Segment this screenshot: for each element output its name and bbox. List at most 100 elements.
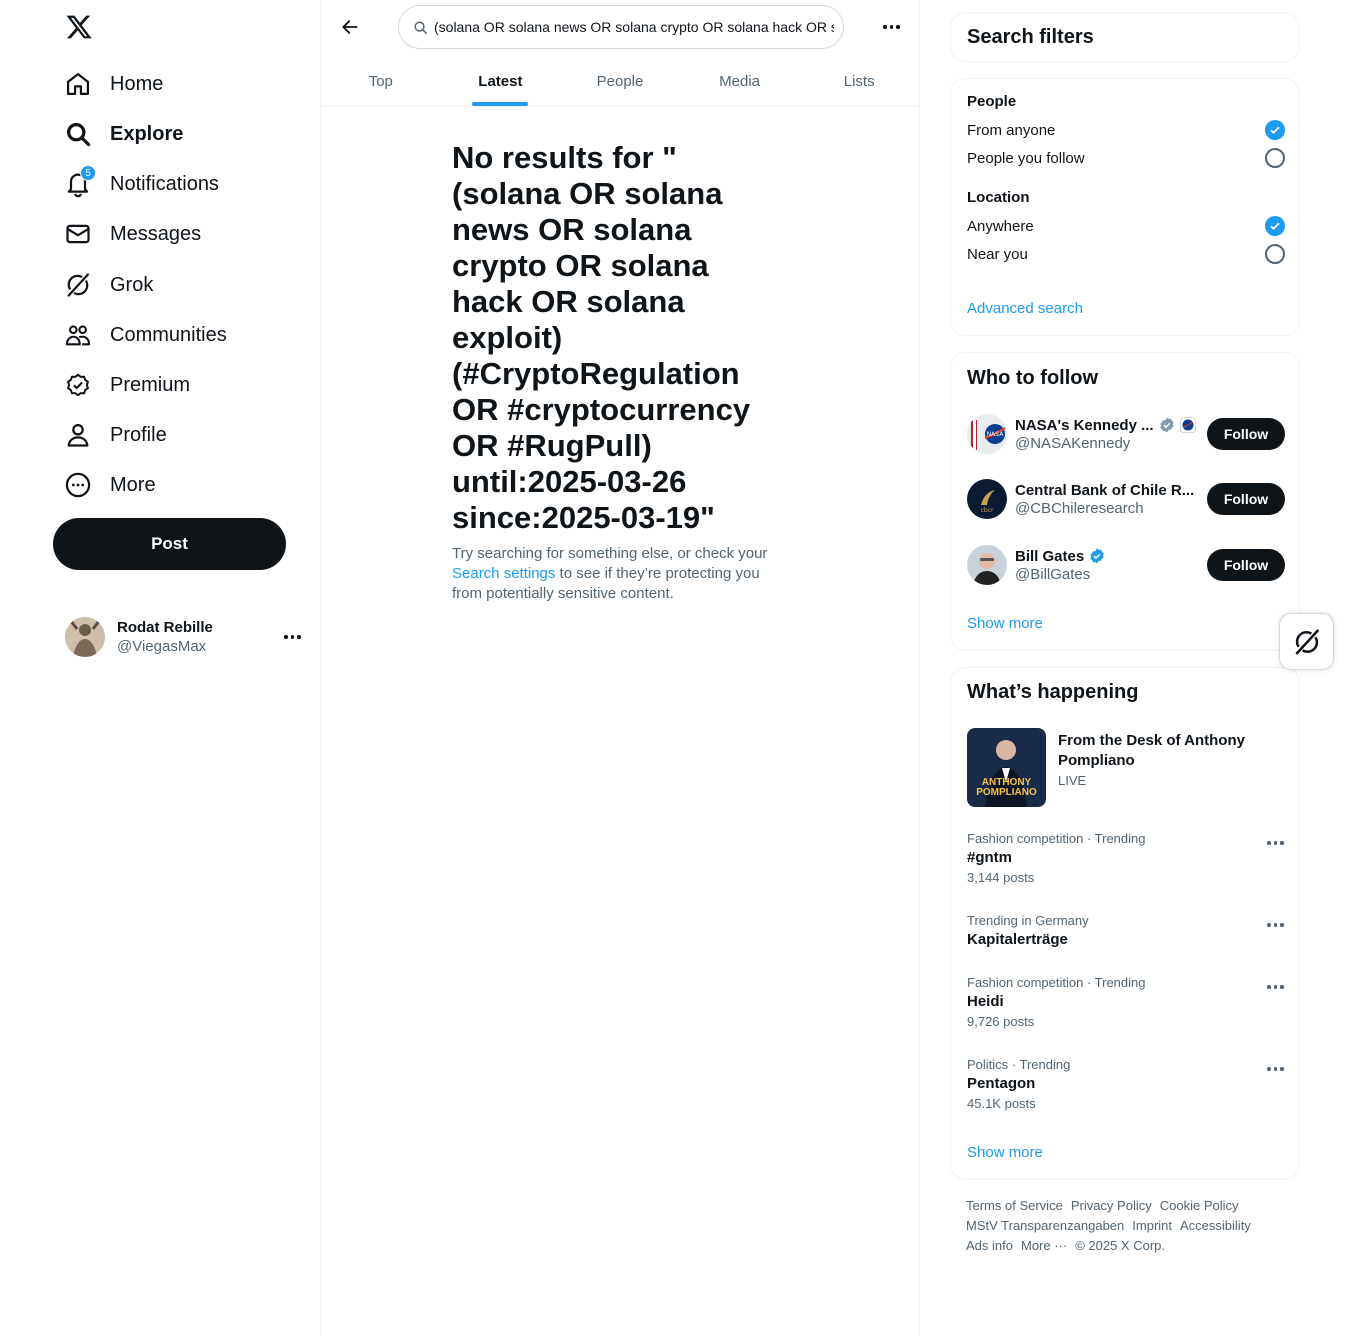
nav-premium[interactable]: Premium [62,363,190,407]
trend-title: Heidi [967,993,1004,1010]
svg-text:cbcr: cbcr [981,507,994,514]
trend-item[interactable]: Trending in Germany Kapitalerträge [967,913,1285,948]
footer-more-link[interactable]: More ··· [1021,1238,1067,1253]
nav-messages[interactable]: Messages [62,212,201,256]
trend-count: 45.1K posts [967,1096,1036,1111]
radio-checked-icon[interactable] [1265,120,1285,140]
grok-icon [1292,627,1322,657]
search-settings-link[interactable]: Search settings [452,565,555,582]
follow-suggestion[interactable]: cbcr Central Bank of Chile R... @CBChile… [967,478,1285,520]
footer-link[interactable]: Ads info [966,1238,1013,1253]
event-thumbnail: ANTHONY POMPLIANO [967,728,1046,807]
communities-icon [62,319,94,351]
avatar: NASA [967,414,1007,454]
home-icon [62,68,94,100]
back-arrow-icon[interactable] [333,10,367,44]
filter-anywhere[interactable]: Anywhere [967,214,1285,238]
search-filters-title: Search filters [967,26,1094,48]
person-icon [62,419,94,451]
premium-icon [62,369,94,401]
trend-item[interactable]: Politics · Trending Pentagon 45.1K posts [967,1057,1285,1111]
who-to-follow-show-more[interactable]: Show more [967,615,1043,632]
trend-count: 3,144 posts [967,870,1035,885]
nav-profile-label: Profile [110,423,167,446]
grok-float-button[interactable] [1279,613,1334,670]
nav-notifications[interactable]: 5 Notifications [62,162,219,206]
post-button[interactable]: Post [53,518,286,570]
follow-button[interactable]: Follow [1207,549,1285,581]
suggestion-name: NASA's Kennedy ... [1015,416,1154,434]
nav-more[interactable]: More [62,463,156,507]
bell-icon: 5 [62,165,96,200]
search-filters-card: People From anyone People you follow Loc… [950,78,1300,336]
tab-top[interactable]: Top [321,56,441,106]
filter-from-anyone-label: From anyone [967,121,1056,139]
radio-unchecked-icon[interactable] [1265,148,1285,168]
trend-item[interactable]: Fashion competition · Trending #gntm 3,1… [967,831,1285,885]
footer-link[interactable]: Imprint [1132,1218,1172,1233]
trend-title: #gntm [967,849,1012,866]
nav-premium-label: Premium [110,373,191,396]
trend-more-icon[interactable] [1267,1067,1284,1071]
nav-home[interactable]: Home [62,62,163,106]
follow-button[interactable]: Follow [1207,418,1285,450]
footer-link[interactable]: Terms of Service [966,1198,1063,1213]
nav-grok-label: Grok [110,273,154,296]
people-filter-label: People [967,93,1017,110]
search-input[interactable] [434,19,834,35]
nav-communities-label: Communities [110,323,227,346]
tab-people[interactable]: People [560,56,680,106]
filter-from-anyone[interactable]: From anyone [967,118,1285,142]
tab-latest[interactable]: Latest [441,56,561,106]
filter-people-you-follow[interactable]: People you follow [967,146,1285,170]
account-switcher[interactable]: Rodat Rebille @ViegasMax [55,608,307,666]
account-more-icon[interactable] [284,635,301,639]
follow-button[interactable]: Follow [1207,483,1285,515]
search-icon [62,118,94,150]
location-filter-label: Location [967,189,1030,206]
featured-event[interactable]: ANTHONY POMPLIANO From the Desk of Antho… [967,728,1285,808]
avatar [65,617,105,657]
trend-more-icon[interactable] [1267,841,1284,845]
footer-link[interactable]: Privacy Policy [1071,1198,1152,1213]
trend-title: Pentagon [967,1075,1036,1092]
footer-link[interactable]: Cookie Policy [1160,1198,1239,1213]
filter-near-you[interactable]: Near you [967,242,1285,266]
account-name: Rodat Rebille [117,619,213,636]
nav-grok[interactable]: Grok [62,263,153,307]
trend-item[interactable]: Fashion competition · Trending Heidi 9,7… [967,975,1285,1029]
tab-lists[interactable]: Lists [799,56,919,106]
grok-icon [62,269,94,301]
follow-suggestion[interactable]: Bill Gates @BillGates Follow [967,544,1285,586]
radio-checked-icon[interactable] [1265,216,1285,236]
x-logo-icon[interactable] [60,8,98,46]
tab-media[interactable]: Media [680,56,800,106]
advanced-search-link[interactable]: Advanced search [967,300,1083,317]
trend-more-icon[interactable] [1267,985,1284,989]
event-thumbnail-text: ANTHONY POMPLIANO [976,777,1037,798]
nav-communities[interactable]: Communities [62,313,227,357]
radio-unchecked-icon[interactable] [1265,244,1285,264]
search-bar[interactable] [398,5,844,49]
event-status: LIVE [1058,773,1087,788]
footer-link[interactable]: MStV Transparenzangaben [966,1218,1124,1233]
blue-verified-icon [1088,547,1106,565]
suggestion-name: Bill Gates [1015,547,1085,565]
search-more-icon[interactable] [883,25,900,29]
follow-suggestion[interactable]: NASA NASA's Kennedy ... @NASAKennedy Fol… [967,413,1285,455]
trend-title: Kapitalerträge [967,931,1068,948]
envelope-icon [62,218,94,250]
search-icon [413,20,428,35]
nav-profile[interactable]: Profile [62,413,167,457]
footer-link[interactable]: Accessibility [1180,1218,1251,1233]
whats-happening-show-more[interactable]: Show more [967,1144,1043,1161]
avatar [967,545,1007,585]
left-navigation: Home Explore 5 Notifications Messages Gr… [0,0,320,1336]
nav-explore[interactable]: Explore [62,112,183,156]
nav-more-label: More [110,473,156,496]
nav-home-label: Home [110,72,164,95]
who-to-follow-title: Who to follow [967,367,1099,389]
trend-meta: Fashion competition · Trending [967,975,1146,990]
trend-more-icon[interactable] [1267,923,1284,927]
trend-meta: Politics · Trending [967,1057,1071,1072]
